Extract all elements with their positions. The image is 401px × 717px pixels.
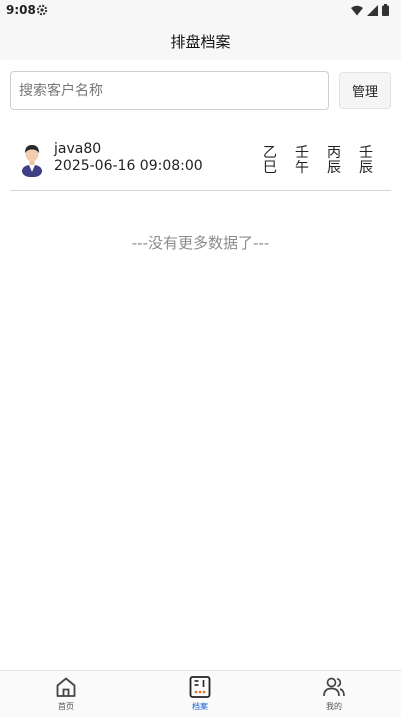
- tab-archive[interactable]: 档案: [170, 675, 230, 712]
- status-indicators: [351, 4, 389, 16]
- pillar-month: 壬 午: [286, 146, 318, 176]
- tab-label: 首页: [58, 702, 74, 711]
- pillar-branch: 巳: [263, 160, 277, 176]
- record-datetime: 2025-06-16 09:08:00: [54, 158, 203, 174]
- manage-button[interactable]: 管理: [339, 72, 391, 109]
- pillar-hour: 壬 辰: [350, 146, 382, 176]
- pillar-stem: 壬: [295, 145, 309, 161]
- status-bar: 9:08: [0, 0, 401, 22]
- list-item[interactable]: java80 2025-06-16 09:08:00 乙 巳 壬 午 丙 辰 壬…: [10, 133, 391, 191]
- search-input[interactable]: [11, 72, 328, 109]
- tab-label: 档案: [192, 702, 208, 711]
- tab-label: 我的: [326, 702, 342, 711]
- pillar-branch: 辰: [327, 160, 341, 176]
- bottom-tab-bar: 首页 档案 我的: [0, 670, 401, 717]
- pillar-day: 丙 辰: [318, 146, 350, 176]
- tab-home[interactable]: 首页: [36, 675, 96, 712]
- page-title: 排盘档案: [170, 33, 231, 51]
- battery-icon: [382, 4, 389, 16]
- bazi-pillars: 乙 巳 壬 午 丙 辰 壬 辰: [254, 146, 382, 176]
- archive-icon: [189, 676, 211, 698]
- pillar-stem: 乙: [263, 145, 277, 161]
- pillar-branch: 辰: [359, 160, 373, 176]
- status-time: 9:08: [6, 3, 36, 17]
- pillar-branch: 午: [295, 160, 309, 176]
- pillar-stem: 壬: [359, 145, 373, 161]
- gear-icon: [36, 4, 48, 16]
- home-icon: [56, 677, 76, 697]
- tab-mine[interactable]: 我的: [304, 675, 364, 712]
- pillar-stem: 丙: [327, 145, 341, 161]
- title-bar: 排盘档案: [0, 22, 401, 60]
- pillar-year: 乙 巳: [254, 146, 286, 176]
- signal-icon: [367, 4, 378, 16]
- wifi-icon: [351, 5, 363, 15]
- users-icon: [323, 677, 345, 697]
- no-more-data-text: ---没有更多数据了---: [131, 234, 270, 252]
- user-avatar-icon: [22, 145, 42, 177]
- record-name: java80: [54, 141, 102, 157]
- search-box[interactable]: [10, 71, 329, 110]
